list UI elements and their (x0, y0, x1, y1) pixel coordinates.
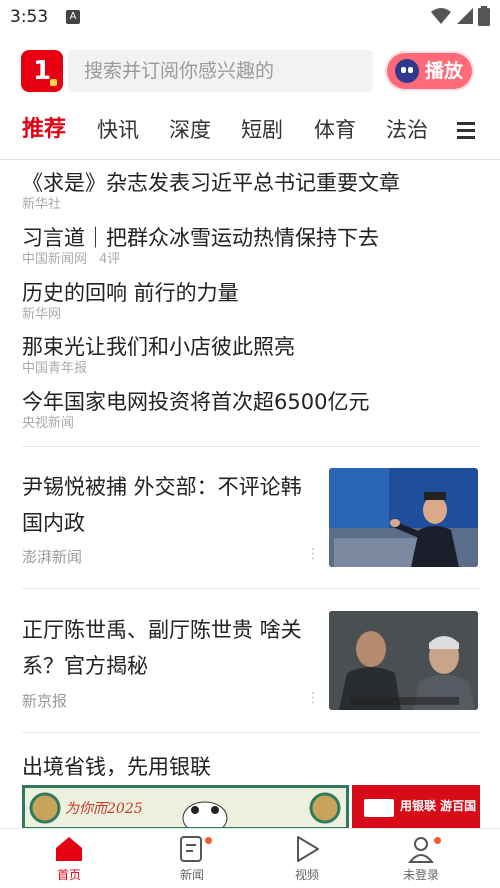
headline-meta: 新华社 (22, 197, 482, 213)
headline-meta: 新华网 (22, 307, 482, 323)
headline-meta: 中国新闻网 4评 (22, 252, 482, 268)
ad-title[interactable]: 出境省钱，先用银联 (22, 751, 211, 781)
news-title: 尹锡悦被捕 外交部：不评论韩国内政 (22, 475, 302, 535)
tab-depth[interactable]: 深度 (169, 112, 211, 148)
headline-title: 习言道｜把群众冰雪运动热情保持下去 (22, 226, 379, 250)
more-options-icon[interactable]: ⋮ (306, 690, 320, 706)
app-logo[interactable]: 1 (21, 50, 63, 92)
ad-banner-left[interactable]: 为你而2025 (22, 785, 349, 830)
headline-item[interactable]: 那束光让我们和小店彼此照亮 中国青年报 (22, 333, 482, 377)
more-options-icon[interactable]: ⋮ (306, 546, 320, 562)
nav-label: 首页 (56, 868, 81, 882)
comment-count: 4评 (99, 252, 121, 267)
status-icons (430, 6, 490, 26)
news-title: 正厅陈世禹、副厅陈世贵 啥关系？官方揭秘 (22, 618, 302, 678)
tab-short-drama[interactable]: 短剧 (241, 112, 283, 148)
signal-icon (457, 8, 473, 24)
headline-item[interactable]: 今年国家电网投资将首次超6500亿元 央视新闻 (22, 388, 482, 432)
wifi-icon (431, 8, 451, 24)
headline-source: 新华社 (22, 197, 62, 212)
notification-icon: A (66, 10, 80, 24)
headline-source: 中国青年报 (22, 361, 88, 376)
status-bar: 3:53 A (0, 0, 500, 36)
headline-meta: 中国青年报 (22, 361, 482, 377)
channel-tabs: 推荐 快讯 深度 短剧 体育 法治 (0, 112, 500, 152)
headline-title: 历史的回响 前行的力量 (22, 281, 239, 305)
bottom-nav: 首页 新闻 视频 未登录 (0, 828, 500, 888)
headline-title: 《求是》杂志发表习近平总书记重要文章 (22, 171, 400, 195)
search-placeholder: 搜索并订阅你感兴趣的 (84, 60, 275, 82)
headline-meta: 央视新闻 (22, 416, 482, 432)
menu-icon[interactable] (457, 122, 475, 139)
nav-news[interactable]: 新闻 (157, 835, 227, 883)
user-icon (386, 835, 456, 863)
news-card[interactable]: 正厅陈世禹、副厅陈世贵 啥关系？官方揭秘 新京报 ⋮ (0, 588, 500, 732)
news-source: 澎湃新闻 (22, 548, 83, 566)
news-card[interactable]: 尹锡悦被捕 外交部：不评论韩国内政 澎湃新闻 ⋮ (0, 446, 500, 588)
headline-item[interactable]: 习言道｜把群众冰雪运动热情保持下去 中国新闻网 4评 (22, 224, 482, 268)
tab-recommend[interactable]: 推荐 (22, 112, 66, 148)
nav-home[interactable]: 首页 (34, 835, 104, 883)
logo-text: 1 (32, 56, 52, 86)
nav-video[interactable]: 视频 (272, 835, 342, 883)
nav-label: 未登录 (402, 868, 439, 882)
play-button-label: 播放 (425, 60, 464, 82)
nav-label: 视频 (294, 868, 319, 882)
unionpay-icon (364, 799, 394, 817)
logo-dot (50, 79, 57, 86)
headline-item[interactable]: 《求是》杂志发表习近平总书记重要文章 新华社 (22, 169, 482, 213)
ad-banner-left-text: 为你而2025 (65, 801, 143, 817)
ad-banner-right-text: 用银联 游百国 (400, 799, 477, 813)
headline-source: 新华网 (22, 307, 62, 322)
notification-badge (434, 837, 441, 844)
headline-item[interactable]: 历史的回响 前行的力量 新华网 (22, 279, 482, 323)
ad-banner-right[interactable]: 用银联 游百国 (352, 785, 480, 830)
nav-label: 新闻 (179, 868, 204, 882)
play-icon (272, 835, 342, 863)
headline-title: 今年国家电网投资将首次超6500亿元 (22, 390, 370, 414)
news-thumbnail (329, 611, 478, 710)
headline-source: 中国新闻网 (22, 252, 88, 267)
news-source: 新京报 (22, 692, 68, 710)
header: 1 搜索并订阅你感兴趣的 播放 (0, 48, 500, 94)
notification-badge (205, 837, 212, 844)
tab-law[interactable]: 法治 (386, 112, 428, 148)
headline-source: 央视新闻 (22, 416, 75, 431)
section-divider (22, 732, 480, 733)
nav-profile[interactable]: 未登录 (386, 835, 456, 883)
robot-icon (395, 59, 419, 83)
tab-flash[interactable]: 快讯 (97, 112, 139, 148)
search-bar[interactable]: 搜索并订阅你感兴趣的 (68, 50, 373, 92)
status-time: 3:53 (10, 7, 49, 27)
play-button[interactable]: 播放 (385, 51, 474, 91)
home-icon (34, 835, 104, 863)
tabs-divider (0, 159, 500, 160)
news-icon (157, 835, 227, 863)
tab-sports[interactable]: 体育 (314, 112, 356, 148)
headline-title: 那束光让我们和小店彼此照亮 (22, 335, 295, 359)
battery-icon (478, 6, 490, 26)
news-thumbnail (329, 468, 478, 567)
